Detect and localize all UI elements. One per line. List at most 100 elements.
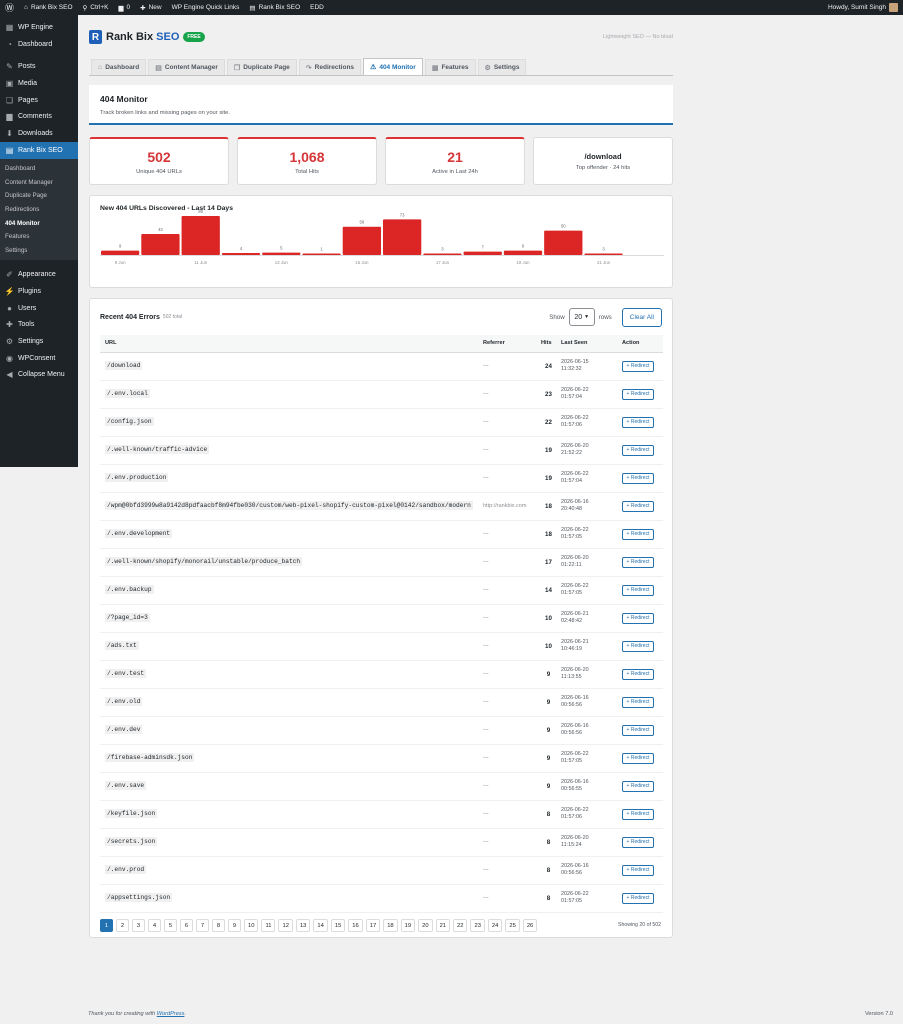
redirect-button[interactable]: + Redirect <box>622 612 654 624</box>
sidebar-item-plugins[interactable]: ⚡ Plugins <box>0 283 78 300</box>
page-button-10[interactable]: 10 <box>244 919 259 932</box>
submenu-item-settings[interactable]: Settings <box>0 244 78 258</box>
redirect-button[interactable]: + Redirect <box>622 780 654 792</box>
stat-label: Unique 404 URLs <box>136 168 182 175</box>
page-button-24[interactable]: 24 <box>487 919 503 932</box>
sidebar-item-comments[interactable]: ▆ Comments <box>0 108 78 125</box>
submenu-item-404-monitor[interactable]: 404 Monitor <box>0 216 78 230</box>
page-button-23[interactable]: 23 <box>470 919 485 932</box>
redirect-button[interactable]: + Redirect <box>622 640 654 652</box>
page-button-22[interactable]: 22 <box>453 919 468 932</box>
page-button-9[interactable]: 9 <box>228 919 241 932</box>
redirect-button[interactable]: + Redirect <box>622 892 654 904</box>
user-account-menu[interactable]: Howdy, Sumit Singh <box>823 0 903 15</box>
action-cell: + Redirect <box>617 772 663 801</box>
redirect-button[interactable]: + Redirect <box>622 808 654 820</box>
sidebar-item-media[interactable]: ▣ Media <box>0 75 78 92</box>
redirect-button[interactable]: + Redirect <box>622 584 654 596</box>
sidebar-item-settings[interactable]: ⚙ Settings <box>0 333 78 350</box>
tab-redirections[interactable]: ↷ Redirections <box>298 59 362 75</box>
redirect-button[interactable]: + Redirect <box>622 472 654 484</box>
page-button-2[interactable]: 2 <box>116 919 129 932</box>
redirect-button[interactable]: + Redirect <box>622 556 654 568</box>
redirect-button[interactable]: + Redirect <box>622 360 654 372</box>
wordpress-logo-icon[interactable]: Ⓦ <box>0 0 19 15</box>
dashboard-icon: ◔ <box>7 39 12 49</box>
page-button-6[interactable]: 6 <box>180 919 193 932</box>
page-button-5[interactable]: 5 <box>164 919 177 932</box>
redirect-button[interactable]: + Redirect <box>622 388 654 400</box>
redirect-button[interactable]: + Redirect <box>622 752 654 764</box>
sidebar-item-dashboard[interactable]: ◔ Dashboard <box>0 36 78 53</box>
tab-404-monitor[interactable]: ⚠ 404 Monitor <box>363 58 423 75</box>
redirect-button[interactable]: + Redirect <box>622 864 654 876</box>
tab-duplicate-page[interactable]: ❐ Duplicate Page <box>226 59 297 75</box>
last-seen-time: 11:32:32 <box>561 366 582 372</box>
page-button-1[interactable]: 1 <box>100 919 113 932</box>
page-button-26[interactable]: 26 <box>522 919 538 932</box>
sidebar-item-appearance[interactable]: ✐ Appearance <box>0 266 78 283</box>
submenu-item-duplicate-page[interactable]: Duplicate Page <box>0 189 78 203</box>
last-seen-cell: 2026-06-16 00:56:55 <box>556 772 617 801</box>
page-button-13[interactable]: 13 <box>295 919 311 932</box>
edd-link[interactable]: EDD <box>305 0 329 15</box>
tab-features[interactable]: ▦ Features <box>424 59 476 75</box>
last-seen-cell: 2026-06-22 01:57:06 <box>556 800 617 829</box>
sidebar-item-wpconsent[interactable]: ◉ WPConsent <box>0 350 78 367</box>
wordpress-link[interactable]: WordPress <box>157 1011 185 1017</box>
comments-link[interactable]: ▆ 0 <box>114 0 136 15</box>
sidebar-item-downloads[interactable]: ⬇ Downloads <box>0 125 78 142</box>
rows-per-page-select[interactable]: 20 ▼ <box>568 308 595 326</box>
sidebar-item-users[interactable]: ● Users <box>0 300 78 317</box>
rankbix-adminbar-link[interactable]: ▤ Rank Bix SEO <box>244 0 305 15</box>
redirect-button[interactable]: + Redirect <box>622 444 654 456</box>
last-seen-cell: 2026-06-15 11:32:32 <box>556 352 617 381</box>
redirect-button[interactable]: + Redirect <box>622 724 654 736</box>
hits-cell: 9 <box>536 716 556 745</box>
page-button-19[interactable]: 19 <box>400 919 416 932</box>
page-button-15[interactable]: 15 <box>330 919 346 932</box>
chart-data-label: 4 <box>240 246 243 251</box>
submenu-item-dashboard[interactable]: Dashboard <box>0 162 78 176</box>
tab-settings[interactable]: ⚙ Settings <box>477 59 527 75</box>
page-button-8[interactable]: 8 <box>212 919 225 932</box>
page-button-7[interactable]: 7 <box>196 919 209 932</box>
redirect-button[interactable]: + Redirect <box>622 528 654 540</box>
sidebar-item-wp-engine[interactable]: ▦ WP Engine <box>0 19 78 36</box>
sidebar-item-collapse-menu[interactable]: ◀ Collapse Menu <box>0 366 78 383</box>
page-button-21[interactable]: 21 <box>435 919 451 932</box>
command-palette-link[interactable]: ⚲ Ctrl+K <box>78 0 114 15</box>
redirect-button[interactable]: + Redirect <box>622 668 654 680</box>
redirect-button[interactable]: + Redirect <box>622 416 654 428</box>
page-button-12[interactable]: 12 <box>278 919 293 932</box>
page-button-4[interactable]: 4 <box>148 919 161 932</box>
submenu-item-redirections[interactable]: Redirections <box>0 203 78 217</box>
redirect-button[interactable]: + Redirect <box>622 836 654 848</box>
page-button-20[interactable]: 20 <box>418 919 433 932</box>
page-button-11[interactable]: 11 <box>261 919 276 932</box>
referrer-cell: — <box>478 716 536 745</box>
new-label: New <box>148 4 162 11</box>
clear-all-button[interactable]: Clear All <box>621 307 662 327</box>
action-cell: + Redirect <box>617 436 663 465</box>
sidebar-item-posts[interactable]: ✎ Posts <box>0 58 78 75</box>
new-content-link[interactable]: ✚ New <box>135 0 166 15</box>
url-cell: /download <box>100 352 478 381</box>
page-button-18[interactable]: 18 <box>383 919 398 932</box>
page-button-3[interactable]: 3 <box>132 919 145 932</box>
page-button-16[interactable]: 16 <box>348 919 363 932</box>
submenu-item-content-manager[interactable]: Content Manager <box>0 175 78 189</box>
redirect-button[interactable]: + Redirect <box>622 696 654 708</box>
sidebar-item-pages[interactable]: ❏ Pages <box>0 92 78 109</box>
page-button-14[interactable]: 14 <box>313 919 328 932</box>
page-button-25[interactable]: 25 <box>505 919 520 932</box>
site-name-link[interactable]: ⌂ Rank Bix SEO <box>19 0 77 15</box>
submenu-item-features[interactable]: Features <box>0 230 78 244</box>
wp-engine-quick-links[interactable]: WP Engine Quick Links <box>167 0 245 15</box>
tab-content-manager[interactable]: ▤ Content Manager <box>148 59 225 75</box>
redirect-button[interactable]: + Redirect <box>622 500 654 512</box>
tab-dashboard[interactable]: ⌂ Dashboard <box>91 59 147 75</box>
sidebar-item-tools[interactable]: ✚ Tools <box>0 316 78 333</box>
sidebar-item-rank-bix-seo[interactable]: ▤ Rank Bix SEO <box>0 141 78 159</box>
page-button-17[interactable]: 17 <box>365 919 381 932</box>
